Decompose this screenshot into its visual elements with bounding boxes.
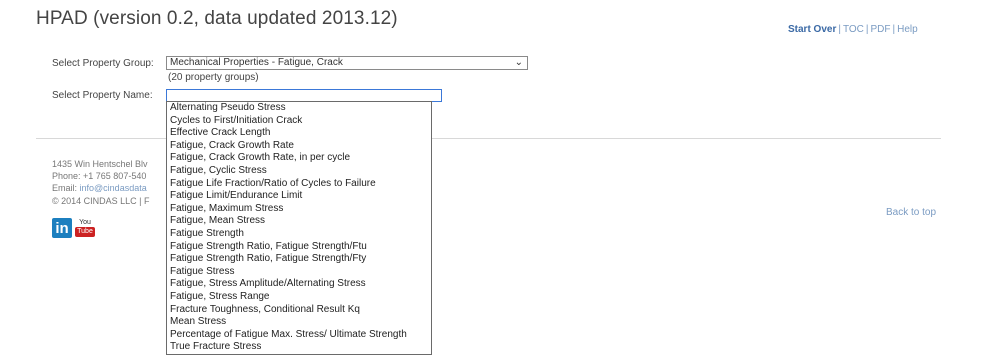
property-name-label: Select Property Name: — [52, 90, 153, 101]
dropdown-option[interactable]: Cycles to First/Initiation Crack — [167, 115, 431, 128]
dropdown-option[interactable]: Fracture Toughness, Conditional Result K… — [167, 304, 431, 317]
property-name-dropdown[interactable]: Alternating Pseudo Stress Cycles to First… — [166, 101, 432, 355]
top-links: Start Over | TOC | PDF | Help — [788, 24, 918, 35]
dropdown-option[interactable]: Fatigue Limit/Endurance Limit — [167, 190, 431, 203]
start-over-link[interactable]: Start Over — [788, 24, 836, 35]
chevron-down-icon: ⌄ — [514, 57, 523, 68]
property-group-select[interactable]: Mechanical Properties - Fatigue, Crack ⌄ — [166, 56, 528, 70]
property-group-value: Mechanical Properties - Fatigue, Crack — [170, 57, 343, 68]
property-group-label: Select Property Group: — [52, 58, 154, 69]
dropdown-option[interactable]: Fatigue Strength Ratio, Fatigue Strength… — [167, 253, 431, 266]
youtube-icon[interactable]: You Tube — [75, 218, 95, 238]
dropdown-option[interactable]: True Fracture Stress — [167, 341, 431, 354]
email-label: Email: — [52, 183, 78, 193]
dropdown-option[interactable]: Fatigue, Maximum Stress — [167, 203, 431, 216]
pdf-link[interactable]: PDF — [871, 24, 891, 35]
dropdown-option[interactable]: Effective Crack Length — [167, 127, 431, 140]
dropdown-option[interactable]: Alternating Pseudo Stress — [167, 102, 431, 115]
dropdown-option[interactable]: Fatigue, Crack Growth Rate, in per cycle — [167, 152, 431, 165]
dropdown-option[interactable]: Fatigue, Stress Amplitude/Alternating St… — [167, 278, 431, 291]
dropdown-option[interactable]: Fatigue Strength Ratio, Fatigue Strength… — [167, 241, 431, 254]
youtube-icon-top: You — [79, 219, 91, 226]
dropdown-option[interactable]: Fatigue Stress — [167, 266, 431, 279]
back-to-top-link[interactable]: Back to top — [886, 207, 936, 218]
footer-address: 1435 Win Hentschel Blv — [52, 159, 148, 169]
dropdown-option[interactable]: Fatigue, Stress Range — [167, 291, 431, 304]
dropdown-option[interactable]: Fatigue, Crack Growth Rate — [167, 140, 431, 153]
dropdown-option[interactable]: Mean Stress — [167, 316, 431, 329]
toc-link[interactable]: TOC — [843, 24, 864, 35]
youtube-icon-bottom: Tube — [75, 227, 95, 237]
dropdown-option[interactable]: Fatigue, Mean Stress — [167, 215, 431, 228]
email-link[interactable]: info@cindasdata — [80, 183, 147, 193]
property-group-count: (20 property groups) — [168, 72, 259, 83]
dropdown-option[interactable]: Fatigue Life Fraction/Ratio of Cycles to… — [167, 178, 431, 191]
help-link[interactable]: Help — [897, 24, 918, 35]
dropdown-option[interactable]: Fatigue Strength — [167, 228, 431, 241]
link-separator: | — [865, 24, 869, 35]
dropdown-option[interactable]: Fatigue, Cyclic Stress — [167, 165, 431, 178]
link-separator: | — [838, 24, 841, 35]
footer-copyright: © 2014 CINDAS LLC | F — [52, 196, 150, 206]
footer-email: Email: info@cindasdata — [52, 183, 147, 193]
linkedin-icon[interactable]: in — [52, 218, 72, 238]
page-title: HPAD (version 0.2, data updated 2013.12) — [36, 8, 398, 29]
dropdown-option[interactable]: Percentage of Fatigue Max. Stress/ Ultim… — [167, 329, 431, 342]
footer-phone: Phone: +1 765 807-540 — [52, 171, 147, 181]
